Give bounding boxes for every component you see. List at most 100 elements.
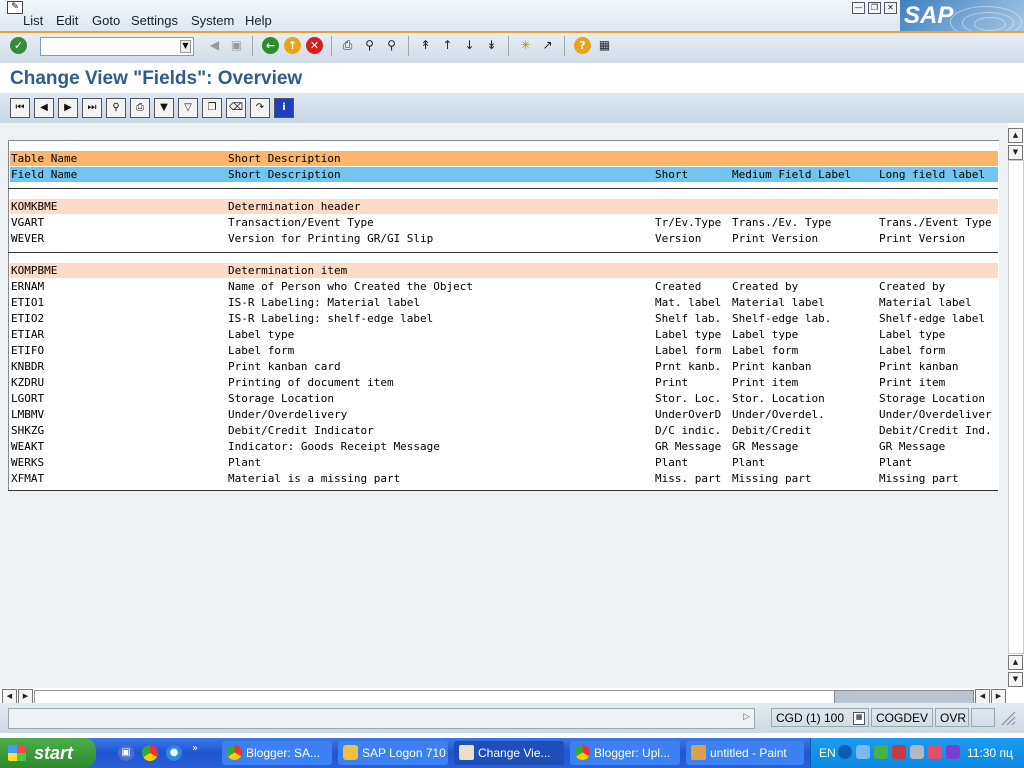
scroll-down-button[interactable]: ▲: [1008, 655, 1023, 670]
quicklaunch-more-icon[interactable]: »: [192, 743, 198, 754]
table-row[interactable]: ETIO1 IS-R Labeling: Material label Mat.…: [10, 295, 998, 310]
table-row[interactable]: WEVER Version for Printing GR/GI Slip Ve…: [10, 231, 998, 246]
copy-icon[interactable]: ❐: [202, 98, 222, 118]
cell: Under/Overdel.: [732, 408, 825, 421]
tray-expand-icon[interactable]: [838, 745, 852, 759]
messenger-icon[interactable]: ●: [166, 745, 182, 761]
task-sap-logon[interactable]: SAP Logon 710: [338, 741, 448, 765]
details-icon[interactable]: ⚲: [106, 98, 126, 118]
back-icon[interactable]: ←: [262, 37, 279, 54]
task-blogger-1[interactable]: Blogger: SA...: [222, 741, 332, 765]
table-row[interactable]: VGART Transaction/Event Type Tr/Ev.Type …: [10, 215, 998, 230]
scroll-right-last-button[interactable]: ▶: [991, 689, 1006, 704]
first-entry-icon[interactable]: ⏮: [10, 98, 30, 118]
cancel-icon[interactable]: ✕: [306, 37, 323, 54]
app-tray-icon-2[interactable]: [946, 745, 960, 759]
volume-icon[interactable]: [910, 745, 924, 759]
exit-icon[interactable]: ↑: [284, 37, 301, 54]
show-desktop-icon[interactable]: ▣: [118, 745, 134, 761]
network-icon[interactable]: [856, 745, 870, 759]
delete-icon[interactable]: ⌫: [226, 98, 246, 118]
scroll-left-button[interactable]: ▶: [18, 689, 33, 704]
system-info-field[interactable]: CGD (1) 100 ▦: [771, 708, 869, 727]
table-row[interactable]: ETIFO Label form Label form Label form L…: [10, 343, 998, 358]
save-icon[interactable]: ▣: [228, 37, 245, 54]
scroll-left-first-button[interactable]: ◀: [2, 689, 17, 704]
minimize-icon[interactable]: —: [852, 2, 865, 14]
table-group-row[interactable]: KOMKBME Determination header: [10, 199, 998, 214]
antivirus-icon[interactable]: [892, 745, 906, 759]
command-history-icon[interactable]: ▼: [180, 40, 191, 53]
export-icon[interactable]: ↷: [250, 98, 270, 118]
system-menu-icon[interactable]: ✎: [7, 1, 23, 14]
table-row[interactable]: ERNAM Name of Person who Created the Obj…: [10, 279, 998, 294]
table-row[interactable]: SHKZG Debit/Credit Indicator D/C indic. …: [10, 423, 998, 438]
table-row[interactable]: KZDRU Printing of document item Print Pr…: [10, 375, 998, 390]
status-expand-icon[interactable]: ▷: [743, 712, 750, 722]
menu-goto[interactable]: Goto: [92, 13, 120, 28]
start-button[interactable]: start: [0, 738, 96, 768]
previous-entry-icon[interactable]: ◀: [34, 98, 54, 118]
print-list-icon[interactable]: ⎙: [130, 98, 150, 118]
menu-system[interactable]: System: [191, 13, 234, 28]
layout-menu-icon[interactable]: ▦: [596, 37, 613, 54]
scroll-bottom-button[interactable]: ▼: [1008, 672, 1023, 687]
cell: Plant: [655, 456, 689, 469]
cell: WEVER: [11, 232, 45, 245]
menu-list[interactable]: List: [23, 13, 43, 28]
clock[interactable]: 11:30 пц: [967, 746, 1013, 760]
enter-check-icon[interactable]: ✓: [10, 37, 27, 54]
horizontal-scrollbar[interactable]: [34, 690, 974, 704]
table-group-row[interactable]: KOMPBME Determination item: [10, 263, 998, 278]
find-icon[interactable]: ⚲: [361, 37, 378, 54]
menu-help[interactable]: Help: [245, 13, 272, 28]
info-icon[interactable]: i: [274, 98, 294, 118]
next-entry-icon[interactable]: ▶: [58, 98, 78, 118]
task-paint[interactable]: untitled - Paint: [686, 741, 804, 765]
table-row[interactable]: LGORT Storage Location Stor. Loc. Stor. …: [10, 391, 998, 406]
menu-edit[interactable]: Edit: [56, 13, 78, 28]
previous-page-icon[interactable]: ↑: [439, 37, 456, 54]
cell: Print: [655, 376, 689, 389]
table-row[interactable]: LMBMV Under/Overdelivery UnderOverD Unde…: [10, 407, 998, 422]
resize-grip-icon[interactable]: [998, 710, 1016, 726]
cell: Printing of document item: [228, 376, 394, 389]
sap-logon-icon: [343, 745, 358, 760]
command-field[interactable]: ▼: [40, 37, 194, 56]
last-page-icon[interactable]: ↡: [483, 37, 500, 54]
sort-icon[interactable]: ▼: [154, 98, 174, 118]
col-header-medium-label: Medium Field Label: [732, 168, 852, 181]
next-page-icon[interactable]: ↓: [461, 37, 478, 54]
scroll-top-button[interactable]: ▲: [1008, 128, 1023, 143]
task-change-view[interactable]: Change Vie...: [454, 741, 564, 765]
create-shortcut-icon[interactable]: ↗: [539, 37, 556, 54]
table-row[interactable]: WEAKT Indicator: Goods Receipt Message G…: [10, 439, 998, 454]
task-blogger-2[interactable]: Blogger: Upl...: [570, 741, 680, 765]
table-row[interactable]: WERKS Plant Plant Plant Plant: [10, 455, 998, 470]
restore-icon[interactable]: ❐: [868, 2, 881, 14]
scroll-up-button[interactable]: ▼: [1008, 145, 1023, 160]
table-row[interactable]: ETIAR Label type Label type Label type L…: [10, 327, 998, 342]
menu-settings[interactable]: Settings: [131, 13, 178, 28]
horizontal-scrollbar-thumb[interactable]: [834, 690, 974, 704]
system-info-dropdown-icon[interactable]: ▦: [853, 712, 865, 725]
last-entry-icon[interactable]: ⏭: [82, 98, 102, 118]
chrome-icon[interactable]: [142, 745, 158, 761]
filter-icon[interactable]: ▽: [178, 98, 198, 118]
vertical-scrollbar[interactable]: [1008, 160, 1024, 654]
create-session-icon[interactable]: ✳: [517, 37, 534, 54]
print-icon[interactable]: ⎙: [339, 37, 356, 54]
help-icon[interactable]: ?: [574, 37, 591, 54]
table-row[interactable]: ETIO2 IS-R Labeling: shelf-edge label Sh…: [10, 311, 998, 326]
close-icon[interactable]: ✕: [884, 2, 897, 14]
app-tray-icon[interactable]: [928, 745, 942, 759]
language-indicator[interactable]: EN: [819, 746, 836, 760]
input-mode-field[interactable]: OVR: [935, 708, 969, 727]
table-row[interactable]: KNBDR Print kanban card Prnt kanb. Print…: [10, 359, 998, 374]
table-row[interactable]: XFMAT Material is a missing part Miss. p…: [10, 471, 998, 486]
scroll-right-button[interactable]: ◀: [975, 689, 990, 704]
cell: Tr/Ev.Type: [655, 216, 722, 229]
find-next-icon[interactable]: ⚲: [383, 37, 400, 54]
security-icon[interactable]: [874, 745, 888, 759]
first-page-icon[interactable]: ↟: [417, 37, 434, 54]
